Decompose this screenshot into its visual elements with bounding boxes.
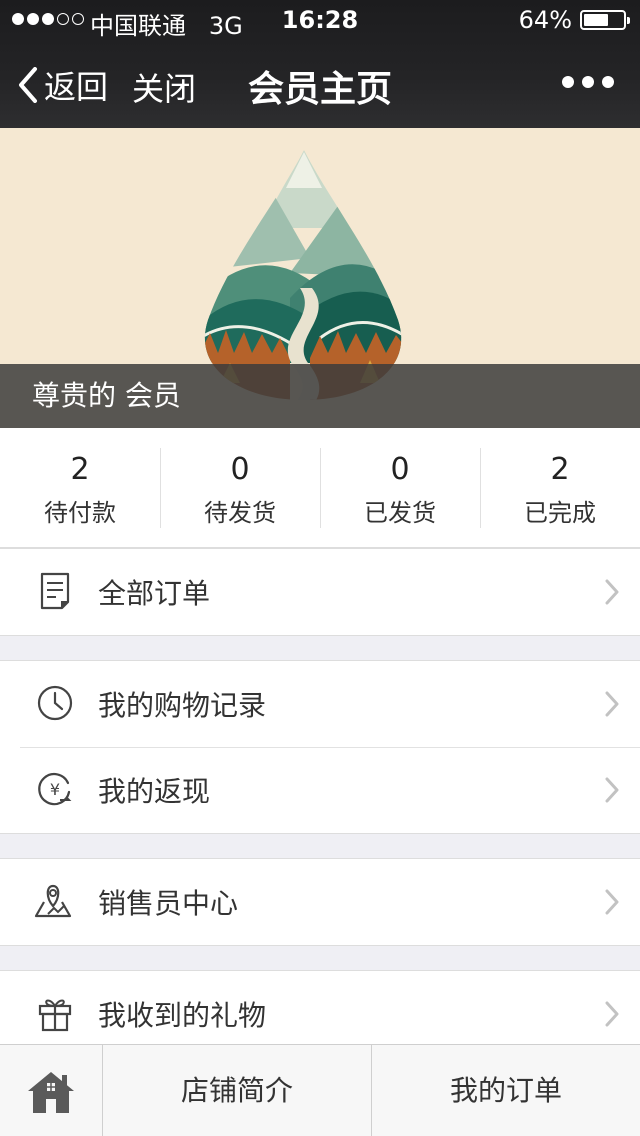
gift-icon <box>38 999 72 1032</box>
menu-item-label: 我收到的礼物 <box>98 999 267 1032</box>
stat-count: 0 <box>230 452 250 487</box>
clock-icon <box>37 685 73 721</box>
home-button[interactable] <box>0 1045 103 1136</box>
tab-shop-intro[interactable]: 店铺简介 <box>103 1045 371 1136</box>
more-options-icon[interactable] <box>562 76 614 88</box>
stat-count: 2 <box>70 452 90 487</box>
status-bar: 中国联通 3G 16:28 64% <box>0 0 640 40</box>
menu-item-sales-center[interactable]: 销售员中心 <box>0 859 640 945</box>
chevron-right-icon <box>605 579 619 605</box>
stat-count: 0 <box>390 452 410 487</box>
svg-text:¥: ¥ <box>50 780 60 799</box>
stat-label: 待发货 <box>204 499 276 527</box>
page-title: 会员主页 <box>247 69 392 110</box>
stat-shipped[interactable]: 0 已发货 <box>320 428 480 547</box>
menu-item-purchase-history[interactable]: 我的购物记录 <box>0 661 640 747</box>
tab-my-orders[interactable]: 我的订单 <box>371 1045 640 1136</box>
menu-item-cashback[interactable]: ¥ 我的返现 <box>0 747 640 833</box>
stat-label: 已完成 <box>524 499 596 527</box>
location-pin-icon <box>34 884 72 918</box>
menu-group-sales: 销售员中心 <box>0 858 640 946</box>
member-banner: 尊贵的 会员 <box>0 128 640 428</box>
stat-pending-shipment[interactable]: 0 待发货 <box>160 428 320 547</box>
navigation-bar: 返回 关闭 会员主页 <box>0 40 640 128</box>
document-icon <box>40 572 70 610</box>
top-bar: 中国联通 3G 16:28 64% 返回 关闭 会员主页 <box>0 0 640 128</box>
battery-percent: 64% <box>518 6 572 34</box>
menu-item-label: 全部订单 <box>98 577 211 610</box>
chevron-right-icon <box>605 777 619 803</box>
home-icon <box>28 1072 74 1113</box>
yuan-return-icon: ¥ <box>38 773 72 806</box>
menu-group-orders: 全部订单 <box>0 548 640 636</box>
menu-item-label: 销售员中心 <box>98 887 239 920</box>
menu-group-records: 我的购物记录 ¥ 我的返现 <box>0 660 640 834</box>
member-level-label: 尊贵的 会员 <box>0 364 640 428</box>
order-status-summary: 2 待付款 0 待发货 0 已发货 2 已完成 <box>0 428 640 548</box>
menu-item-label: 我的购物记录 <box>98 689 267 722</box>
chevron-right-icon <box>605 889 619 915</box>
stat-count: 2 <box>550 452 570 487</box>
battery-icon <box>580 10 630 30</box>
stat-label: 已发货 <box>364 499 436 527</box>
stat-label: 待付款 <box>44 499 116 527</box>
menu-item-all-orders[interactable]: 全部订单 <box>0 549 640 635</box>
chevron-right-icon <box>605 1001 619 1027</box>
menu-item-label: 我的返现 <box>98 775 211 808</box>
stat-completed[interactable]: 2 已完成 <box>480 428 640 547</box>
stat-pending-payment[interactable]: 2 待付款 <box>0 428 160 547</box>
chevron-right-icon <box>605 691 619 717</box>
bottom-tab-bar: 店铺简介 我的订单 <box>0 1044 640 1136</box>
